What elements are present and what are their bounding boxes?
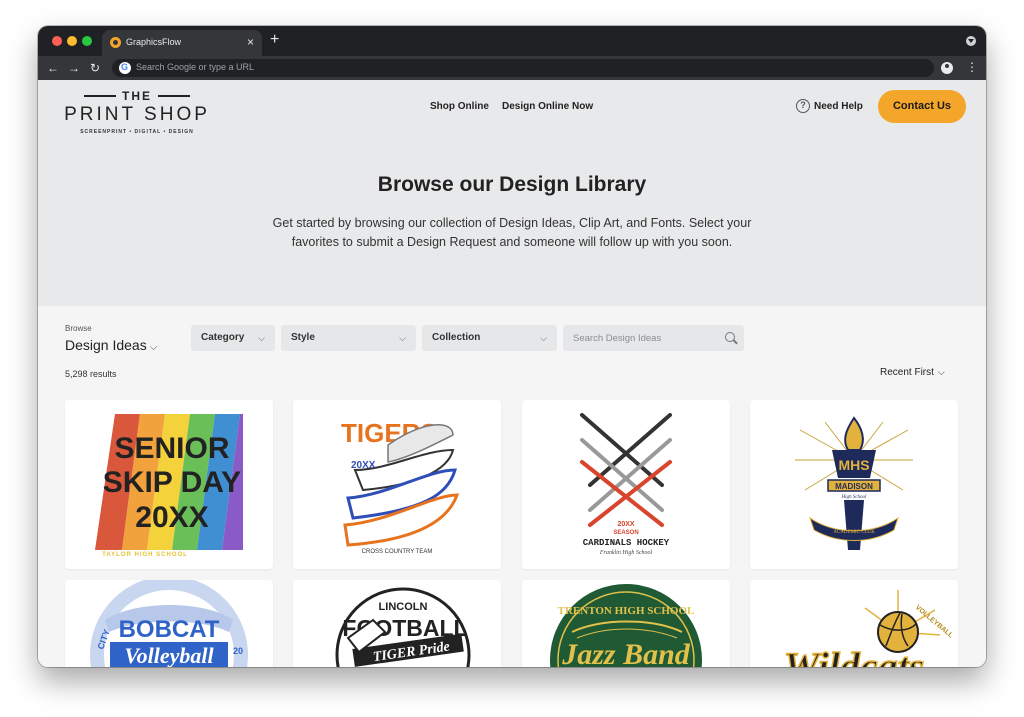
close-tab-icon[interactable]: ×: [247, 35, 254, 49]
nav-shop-online[interactable]: Shop Online: [430, 101, 489, 112]
design-card-bobcat-volleyball[interactable]: BOBCAT Volleyball CITY 20: [65, 580, 273, 667]
browse-label: Browse: [65, 324, 92, 333]
results-count: 5,298 results: [65, 369, 117, 379]
wildcats-script-text: Wildcats: [784, 644, 925, 667]
logo-top-text: THE: [122, 89, 152, 103]
page-content: THE PRINT SHOP SCREENPRINT • DIGITAL • D…: [38, 80, 986, 667]
football-artwork: LINCOLN FOOTBALL TIGER Pride: [335, 587, 471, 667]
tab-search-icon[interactable]: [966, 36, 976, 46]
skip-day-text: SKIP DAY: [103, 466, 241, 499]
new-tab-icon[interactable]: +: [270, 31, 279, 49]
hockey-year-text: 20XX: [617, 521, 634, 528]
google-icon: [119, 62, 131, 74]
jazz-band-text: Jazz Band: [561, 638, 691, 667]
design-card-lincoln-football[interactable]: LINCOLN FOOTBALL TIGER Pride: [293, 580, 501, 667]
franklin-text: Franklin High School: [599, 550, 653, 556]
sort-dropdown[interactable]: Recent First ⌵: [880, 367, 945, 378]
volleyball-script-text: Volleyball: [124, 643, 214, 667]
style-label: Style: [291, 332, 315, 343]
logo-line-right: [158, 95, 190, 97]
search-design-ideas-input[interactable]: Search Design Ideas: [563, 325, 744, 351]
chevron-down-icon: ⌵: [540, 333, 547, 343]
print-shop-logo[interactable]: THE PRINT SHOP SCREENPRINT • DIGITAL • D…: [57, 89, 217, 135]
design-card-wildcats-volleyball[interactable]: VOLLEYBALL Wildcats: [750, 580, 958, 667]
design-card-senior-skip-day[interactable]: SENIOR SKIP DAY 20XX TAYLOR HIGH SCHOOL: [65, 400, 273, 569]
hero-description: Get started by browsing our collection o…: [272, 216, 752, 249]
trenton-text: TRENTON HIGH SCHOOL: [558, 605, 695, 617]
tab-bar: GraphicsFlow × +: [38, 26, 986, 56]
design-card-tigers-cross-country[interactable]: TIGERS 20XX CROSS COUNTRY TEAM: [293, 400, 501, 569]
chevron-down-icon: ⌵: [937, 367, 945, 377]
wildcats-artwork: VOLLEYBALL Wildcats: [783, 590, 955, 667]
address-bar[interactable]: Search Google or type a URL: [112, 59, 934, 77]
chevron-down-icon: ⌵: [258, 333, 265, 343]
browse-type-select[interactable]: Design Ideas ⌵: [65, 337, 157, 353]
jazz-band-artwork: TRENTON HIGH SCHOOL Jazz Band: [550, 584, 702, 667]
senior-skip-day-artwork: SENIOR SKIP DAY 20XX TAYLOR HIGH SCHOOL: [95, 414, 243, 558]
bobcat-artwork: BOBCAT Volleyball CITY 20: [90, 580, 248, 667]
collection-dropdown[interactable]: Collection ⌵: [422, 325, 557, 351]
bobcat-year-text: 20: [233, 646, 243, 656]
mhs-artwork: MHS MADISON High School ACADEMIC CLUB: [795, 416, 913, 550]
design-card-madison-academic[interactable]: MHS MADISON High School ACADEMIC CLUB: [750, 400, 958, 569]
browse-type-value: Design Ideas: [65, 337, 147, 353]
search-icon[interactable]: [725, 332, 735, 342]
browser-window: GraphicsFlow × + ← → ↻ Search Google or …: [38, 26, 986, 667]
help-icon: ?: [796, 99, 810, 113]
reload-icon[interactable]: ↻: [90, 60, 100, 76]
school-text: TAYLOR HIGH SCHOOL: [102, 552, 188, 558]
page-title: Browse our Design Library: [377, 173, 647, 196]
design-card-cardinals-hockey[interactable]: 20XX SEASON CARDINALS HOCKEY Franklin Hi…: [522, 400, 730, 569]
hero-section: THE PRINT SHOP SCREENPRINT • DIGITAL • D…: [38, 80, 986, 306]
tigers-year-text: 20XX: [351, 460, 376, 471]
address-bar-placeholder: Search Google or type a URL: [136, 62, 255, 72]
contact-us-button[interactable]: Contact Us: [878, 90, 966, 123]
tigers-artwork: TIGERS 20XX CROSS COUNTRY TEAM: [341, 418, 460, 555]
cross-country-text: CROSS COUNTRY TEAM: [362, 549, 433, 555]
lincoln-text: LINCOLN: [379, 601, 428, 613]
logo-line-left: [84, 95, 116, 97]
need-help-link[interactable]: ? Need Help: [796, 99, 863, 113]
logo-sub-text: SCREENPRINT • DIGITAL • DESIGN: [80, 129, 194, 135]
chevron-down-icon: ⌵: [149, 342, 158, 353]
profile-icon[interactable]: [941, 62, 953, 74]
close-window-button[interactable]: [52, 36, 62, 46]
need-help-label: Need Help: [814, 100, 863, 112]
back-icon[interactable]: ←: [47, 60, 59, 76]
category-label: Category: [201, 332, 245, 343]
collection-label: Collection: [432, 332, 481, 343]
category-dropdown[interactable]: Category ⌵: [191, 325, 275, 351]
year-text: 20XX: [135, 501, 208, 534]
logo-top: THE: [57, 89, 217, 103]
browser-toolbar: ← → ↻ Search Google or type a URL ⋮: [38, 56, 986, 80]
logo-main-text: PRINT SHOP: [64, 104, 210, 125]
senior-text: SENIOR: [114, 432, 229, 465]
browser-tab[interactable]: GraphicsFlow ×: [102, 30, 262, 56]
forward-icon[interactable]: →: [68, 60, 80, 76]
design-card-trenton-jazz-band[interactable]: TRENTON HIGH SCHOOL Jazz Band: [522, 580, 730, 667]
browser-menu-icon[interactable]: ⋮: [966, 59, 978, 75]
hockey-artwork: 20XX SEASON CARDINALS HOCKEY Franklin Hi…: [580, 413, 672, 556]
chevron-down-icon: ⌵: [399, 333, 406, 343]
hockey-season-text: SEASON: [613, 530, 638, 536]
sort-label: Recent First: [880, 367, 934, 378]
academic-club-text: ACADEMIC CLUB: [833, 530, 875, 535]
style-dropdown[interactable]: Style ⌵: [281, 325, 416, 351]
minimize-window-button[interactable]: [67, 36, 77, 46]
maximize-window-button[interactable]: [82, 36, 92, 46]
search-placeholder: Search Design Ideas: [573, 333, 662, 344]
graphicsflow-favicon-icon: [110, 37, 121, 48]
tab-title: GraphicsFlow: [126, 37, 182, 47]
nav-design-online-now[interactable]: Design Online Now: [502, 101, 593, 112]
cardinals-hockey-text: CARDINALS HOCKEY: [583, 538, 670, 548]
high-school-text: High School: [841, 495, 867, 500]
madison-text: MADISON: [835, 482, 873, 491]
mhs-text: MHS: [838, 457, 869, 473]
bobcat-text: BOBCAT: [119, 616, 220, 643]
